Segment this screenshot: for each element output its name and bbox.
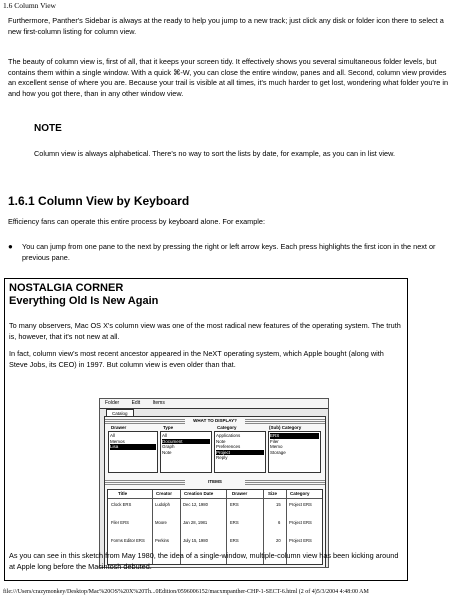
paragraph-beauty: The beauty of column view is, first of a…: [8, 57, 449, 98]
bullet-icon: ●: [8, 242, 13, 251]
table-row: Forms Editor ERS: [111, 538, 145, 543]
sketch-window: WHAT TO DISPLAY? Drawer Type Category (S…: [104, 416, 326, 567]
page-footer: file:///Users/crazymonkey/Desktop/Mac%20…: [3, 589, 369, 595]
sketch-items-bar: ITEMS: [105, 479, 325, 485]
bullet-item: ● You can jump from one pane to the next…: [8, 242, 447, 263]
sketch-menubar: Folder Edit Items: [100, 399, 328, 409]
box-paragraph-1: To many observers, Mac OS X's column vie…: [9, 321, 401, 341]
box-title: NOSTALGIA CORNER: [9, 282, 124, 294]
page-header: 1.6 Column View: [3, 1, 56, 10]
note-body: Column view is always alphabetical. Ther…: [34, 149, 395, 158]
sketch-menu-edit: Edit: [131, 400, 141, 406]
bullet-text: You can jump from one pane to the next b…: [22, 242, 436, 262]
sketch-column-subcategory: ERS Filer Memo Storage: [268, 431, 321, 473]
sketch-menu-items: Items: [152, 400, 165, 406]
box-paragraph-2: In fact, column view's most recent ances…: [9, 349, 384, 369]
box-paragraph-3: As you can see in this sketch from May 1…: [9, 551, 399, 571]
nostalgia-box: NOSTALGIA CORNER Everything Old Is New A…: [4, 278, 408, 581]
sketch-column-category: Applications Note Preferences Project Re…: [214, 431, 266, 473]
table-row: Clock ERS: [111, 502, 132, 507]
box-subtitle: Everything Old Is New Again: [9, 295, 159, 307]
sketch-top-bar: WHAT TO DISPLAY?: [105, 418, 325, 424]
sketch-menu-folder: Folder: [105, 400, 120, 406]
note-heading: NOTE: [34, 123, 62, 134]
sketch-column-drawer: All Memos Lisa: [108, 431, 158, 473]
table-row: Filer ERS: [111, 520, 129, 525]
column-view-sketch: Folder Edit Items Catalog WHAT TO DISPLA…: [99, 398, 329, 568]
col-head-drawer: Drawer: [111, 425, 127, 430]
section-intro: Efficiency fans can operate this entire …: [8, 217, 266, 226]
col-head-type: Type: [163, 425, 174, 430]
col-head-category: Category: [217, 425, 237, 430]
section-title: 1.6.1 Column View by Keyboard: [8, 194, 190, 208]
col-head-subcategory: (Sub) Category: [269, 425, 302, 430]
sketch-column-type: All Document Graph Note: [160, 431, 212, 473]
paragraph-sidebar: Furthermore, Panther's Sidebar is always…: [8, 16, 444, 36]
